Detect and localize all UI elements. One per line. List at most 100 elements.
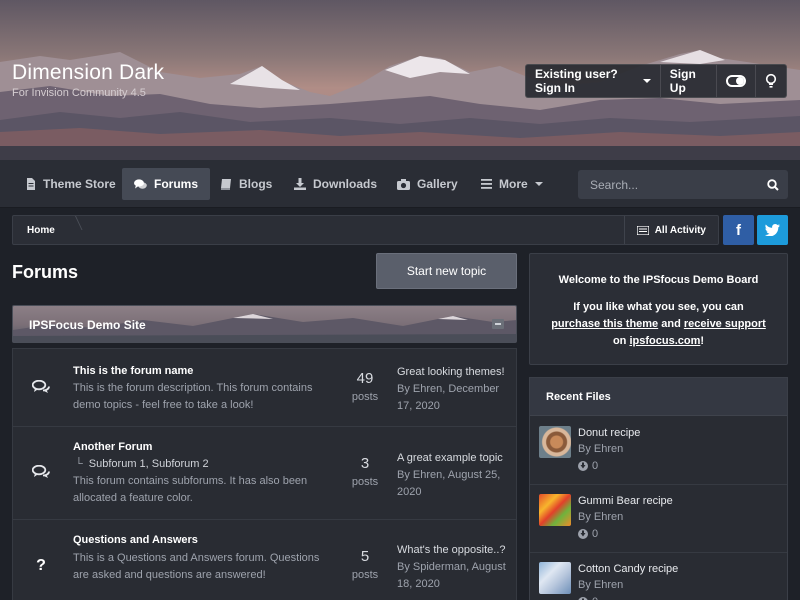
activity-icon <box>636 225 649 235</box>
nav-downloads[interactable]: Downloads <box>282 168 389 200</box>
welcome-text-part: and <box>661 318 681 330</box>
download-count: 0 <box>592 528 599 540</box>
post-count-label: posts <box>351 569 379 581</box>
search-icon <box>767 178 779 191</box>
gummi-bear-thumbnail[interactable] <box>539 494 571 526</box>
donut-thumbnail[interactable] <box>539 426 571 458</box>
user-bar: Existing user? Sign In Sign Up <box>525 64 787 98</box>
nav-label: Forums <box>154 177 199 191</box>
nav-blogs[interactable]: Blogs <box>208 168 284 200</box>
forum-description: This is a Questions and Answers forum. Q… <box>73 552 320 581</box>
forum-title[interactable]: Questions and Answers <box>73 534 198 546</box>
forum-title[interactable]: This is the forum name <box>73 365 193 377</box>
search-box <box>578 170 788 199</box>
lightbulb-icon <box>765 73 777 88</box>
search-input[interactable] <box>578 177 758 192</box>
collapse-icon[interactable] <box>492 319 504 329</box>
recent-files-widget: Recent Files Donut recipe By Ehren 0 Gum… <box>529 377 788 600</box>
last-post-title[interactable]: What's the opposite..? <box>397 544 509 556</box>
welcome-text: If you like what you see, you can purcha… <box>530 299 787 350</box>
post-count: 5 posts <box>343 548 387 581</box>
comments-icon <box>134 178 147 189</box>
theme-toggle[interactable] <box>717 65 756 97</box>
site-title[interactable]: Dimension Dark <box>12 62 164 83</box>
file-title[interactable]: Cotton Candy recipe <box>578 563 678 575</box>
cotton-candy-thumbnail[interactable] <box>539 562 571 594</box>
purchase-theme-link[interactable]: purchase this theme <box>551 318 658 330</box>
ipsfocus-link[interactable]: ipsfocus.com <box>629 335 700 347</box>
all-activity-link[interactable]: All Activity <box>623 216 718 244</box>
breadcrumb-home[interactable]: Home <box>13 216 69 244</box>
nav-theme-store[interactable]: Theme Store <box>14 168 128 200</box>
breadcrumb: Home All Activity <box>12 215 719 245</box>
last-post-meta: By Ehren, December 17, 2020 <box>397 383 500 412</box>
file-item[interactable]: Cotton Candy recipe By Ehren 0 <box>530 553 787 600</box>
post-count: 49 posts <box>343 370 387 403</box>
nav-forums[interactable]: Forums <box>122 168 211 200</box>
last-post-meta: By Spiderman, August 18, 2020 <box>397 561 506 590</box>
forum-title[interactable]: Another Forum <box>73 441 152 453</box>
post-count-label: posts <box>351 391 379 403</box>
category-title[interactable]: IPSFocus Demo Site <box>29 318 146 332</box>
question-icon: ? <box>36 557 46 574</box>
nav-gallery[interactable]: Gallery <box>385 168 470 200</box>
last-post-title[interactable]: A great example topic <box>397 452 509 464</box>
sign-in-label: Existing user? Sign In <box>535 67 618 95</box>
download-icon <box>294 178 306 190</box>
site-subtitle: For Invision Community 4.5 <box>12 87 146 99</box>
file-item[interactable]: Gummi Bear recipe By Ehren 0 <box>530 485 787 553</box>
subforum-links[interactable]: Subforum 1, Subforum 2 <box>89 458 209 470</box>
file-author: By Ehren <box>578 511 624 523</box>
header-banner: Dimension Dark For Invision Community 4.… <box>0 0 800 160</box>
nav-label: Downloads <box>313 177 378 191</box>
file-title[interactable]: Donut recipe <box>578 427 640 439</box>
last-post: What's the opposite..? By Spiderman, Aug… <box>397 544 509 593</box>
post-count-value: 49 <box>356 370 374 387</box>
welcome-widget: Welcome to the IPSfocus Demo Board If yo… <box>529 253 788 365</box>
last-post: A great example topic By Ehren, August 2… <box>397 452 509 501</box>
nav-label: More <box>499 177 528 191</box>
start-new-topic-button[interactable]: Start new topic <box>376 253 517 289</box>
lightbulb-button[interactable] <box>756 65 786 97</box>
last-post-title[interactable]: Great looking themes! <box>397 366 509 378</box>
comments-icon <box>32 465 50 478</box>
welcome-title: Welcome to the IPSfocus Demo Board <box>558 274 759 286</box>
file-author: By Ehren <box>578 443 624 455</box>
all-activity-label: All Activity <box>654 224 706 236</box>
file-downloads: 0 <box>578 596 598 600</box>
welcome-text-part: If you like what you see, you can <box>573 301 744 313</box>
file-title[interactable]: Gummi Bear recipe <box>578 495 673 507</box>
forum-row: Another Forum └ Subforum 1, Subforum 2 Th… <box>13 427 516 520</box>
last-post: Great looking themes! By Ehren, December… <box>397 366 509 415</box>
nav-more[interactable]: More <box>469 168 555 200</box>
forum-description: This forum contains subforums. It has al… <box>73 475 308 504</box>
receive-support-link[interactable]: receive support <box>684 318 766 330</box>
nav-label: Gallery <box>417 177 458 191</box>
facebook-button[interactable]: f <box>723 215 754 245</box>
download-count: 0 <box>592 460 599 472</box>
forum-row: ? Questions and Answers This is a Questi… <box>13 520 516 600</box>
book-icon <box>221 178 231 190</box>
file-item[interactable]: Donut recipe By Ehren 0 <box>530 417 787 485</box>
download-count: 0 <box>592 596 598 600</box>
post-count-label: posts <box>351 476 379 488</box>
welcome-text-part: ! <box>700 335 705 347</box>
last-post-meta: By Ehren, August 25, 2020 <box>397 469 501 498</box>
site-brand[interactable]: Dimension Dark For Invision Community 4.… <box>12 62 164 99</box>
post-count-value: 3 <box>360 455 370 472</box>
nav-label: Theme Store <box>43 177 116 191</box>
page-title: Forums <box>12 262 79 282</box>
sign-up-link[interactable]: Sign Up <box>661 65 717 97</box>
subforum-arrow-icon: └ <box>75 458 83 470</box>
twitter-button[interactable] <box>757 215 788 245</box>
category-header: IPSFocus Demo Site <box>12 305 517 343</box>
camera-icon <box>397 178 410 190</box>
comments-icon <box>32 380 50 393</box>
forum-description: This is the forum description. This foru… <box>73 382 313 411</box>
download-circle-icon <box>578 529 588 539</box>
search-button[interactable] <box>758 178 788 191</box>
facebook-icon: f <box>736 221 741 239</box>
post-count-value: 5 <box>360 548 370 565</box>
document-icon <box>27 178 35 190</box>
sign-in-link[interactable]: Existing user? Sign In <box>526 65 661 97</box>
